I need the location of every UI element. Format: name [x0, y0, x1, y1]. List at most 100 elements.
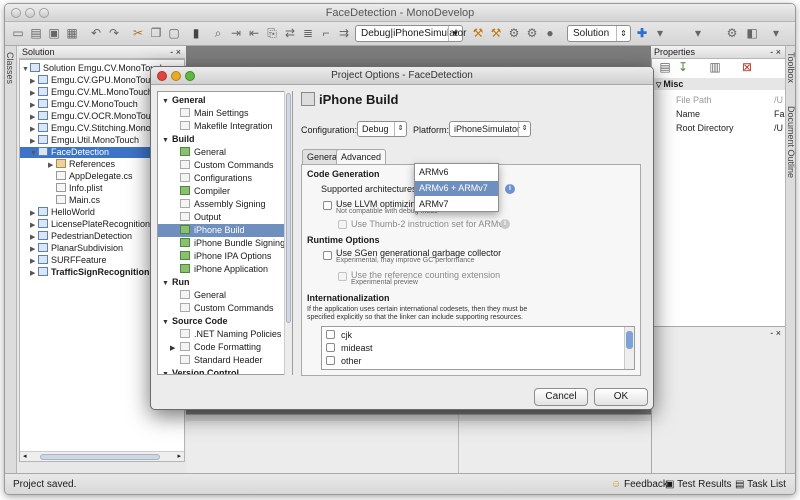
bookmark-icon[interactable]: ⎘ — [265, 26, 279, 40]
collapsed-triangle-icon[interactable]: ▶ — [30, 100, 38, 111]
options-nav-item[interactable]: Custom Commands — [158, 159, 292, 172]
properties-group-misc[interactable]: ▽ Misc — [652, 78, 785, 90]
layout-dropdown-icon[interactable]: ▾ — [691, 26, 705, 40]
options-nav-item[interactable]: Standard Header — [158, 354, 292, 367]
new-file-icon[interactable]: ▭ — [11, 26, 25, 40]
dropdown-arrow-icon[interactable]: ▾ — [653, 26, 667, 40]
architecture-option[interactable]: ARMv7 — [415, 197, 498, 212]
properties-close-icon[interactable]: - × — [770, 46, 781, 59]
comment-icon[interactable]: ⌐ — [319, 26, 333, 40]
options-category[interactable]: ▼ General — [158, 94, 292, 107]
dialog-zoom-button[interactable] — [185, 71, 195, 81]
codeset-checkbox[interactable] — [326, 343, 335, 352]
collapsed-triangle-icon[interactable]: ▶ — [30, 268, 38, 279]
options-nav-item[interactable]: ▶ Code Formatting — [158, 341, 292, 354]
feedback-button[interactable]: ☺ Feedback — [611, 474, 668, 494]
ok-button[interactable]: OK — [594, 388, 648, 406]
find-icon[interactable]: ⌕ — [211, 26, 225, 40]
toolbox-tab[interactable]: Toolbox — [786, 52, 795, 83]
options-nav-item[interactable]: Custom Commands — [158, 302, 292, 315]
search-scope-select[interactable]: Solution ⇕ — [567, 25, 631, 42]
collapsed-triangle-icon[interactable]: ▶ — [30, 244, 38, 255]
collapsed-triangle-icon[interactable]: ▶ — [30, 112, 38, 123]
find-next-icon[interactable]: ⇥ — [229, 26, 243, 40]
options-nav-item[interactable]: iPhone IPA Options — [158, 250, 292, 263]
horizontal-scrollbar[interactable]: ◂ ▸ — [20, 451, 184, 461]
collapsed-triangle-icon[interactable]: ▶ — [30, 124, 38, 135]
thumb2-checkbox[interactable] — [338, 220, 347, 229]
property-value[interactable]: /U — [774, 95, 783, 105]
options-nav-item[interactable]: iPhone Bundle Signing — [158, 237, 292, 250]
codeset-checkbox[interactable] — [326, 330, 335, 339]
property-value[interactable]: /U — [774, 123, 783, 133]
collapsed-triangle-icon[interactable]: ▶ — [30, 232, 38, 243]
options-category[interactable]: ▼ Build — [158, 133, 292, 146]
build-icon[interactable]: ⚒ — [471, 26, 485, 40]
copy-icon[interactable]: ❐ — [149, 26, 163, 40]
cancel-button[interactable]: Cancel — [534, 388, 588, 406]
collapsed-triangle-icon[interactable]: ▶ — [48, 160, 56, 171]
options-category[interactable]: ▼ Version Control — [158, 367, 292, 374]
debug-icon[interactable]: ⚙ — [525, 26, 539, 40]
indent-icon[interactable]: ⇉ — [337, 26, 351, 40]
scroll-left-icon[interactable]: ◂ — [23, 452, 27, 460]
horizontal-scroll-thumb[interactable] — [40, 454, 160, 460]
architecture-option[interactable]: ARMv6 + ARMv7 — [415, 181, 498, 196]
dialog-minimize-button[interactable] — [171, 71, 181, 81]
add-icon[interactable]: ✚ — [635, 26, 649, 40]
pad-close-icon[interactable]: - × — [770, 328, 781, 338]
task-list-button[interactable]: ▤ Task List — [735, 474, 786, 494]
classes-strip[interactable]: Classes — [5, 46, 17, 473]
options-nav-item[interactable]: Configurations — [158, 172, 292, 185]
close-window-button[interactable] — [11, 8, 21, 18]
sgen-checkbox[interactable] — [323, 251, 332, 260]
options-nav-item[interactable]: Compiler — [158, 185, 292, 198]
codesets-scroll-thumb[interactable] — [626, 331, 633, 349]
cut-icon[interactable]: ✂ — [131, 26, 145, 40]
overflow-chevron-icon[interactable]: ▾ — [769, 26, 783, 40]
events-icon[interactable]: ⊠ — [740, 60, 754, 74]
configuration-select[interactable]: Debug ⇕ — [357, 121, 407, 137]
rebuild-icon[interactable]: ⚒ — [489, 26, 503, 40]
options-nav-item[interactable]: Assembly Signing — [158, 198, 292, 211]
minimize-window-button[interactable] — [25, 8, 35, 18]
options-nav-item[interactable]: General — [158, 289, 292, 302]
build-configuration-select[interactable]: Debug|iPhoneSimulator ▼ — [355, 25, 466, 42]
save-all-icon[interactable]: ▦ — [65, 26, 79, 40]
delete-icon[interactable]: ▮ — [189, 26, 203, 40]
collapsed-triangle-icon[interactable]: ▶ — [30, 256, 38, 267]
replace-icon[interactable]: ⇄ — [283, 26, 297, 40]
use-llvm-checkbox[interactable] — [323, 201, 332, 210]
expanded-triangle-icon[interactable]: ▼ — [22, 64, 30, 75]
sort-alpha-icon[interactable]: ↧ — [676, 60, 690, 74]
collapsed-triangle-icon[interactable]: ▶ — [30, 136, 38, 147]
expanded-triangle-icon[interactable]: ▼ — [30, 148, 38, 159]
tab-advanced[interactable]: Advanced — [336, 149, 387, 165]
run-icon[interactable]: ⚙ — [507, 26, 521, 40]
architecture-option[interactable]: ARMv6 — [415, 165, 498, 180]
splitter[interactable] — [186, 415, 651, 421]
codeset-checkbox[interactable] — [326, 356, 335, 365]
zoom-window-button[interactable] — [39, 8, 49, 18]
options-nav-item[interactable]: Main Settings — [158, 107, 292, 120]
find-previous-icon[interactable]: ⇤ — [247, 26, 261, 40]
options-nav-item[interactable]: iPhone Build — [158, 224, 292, 237]
thumb2-info-icon[interactable]: i — [500, 219, 510, 229]
collapsed-triangle-icon[interactable]: ▶ — [30, 208, 38, 219]
document-outline-tab[interactable]: Document Outline — [786, 106, 795, 178]
collapsed-triangle-icon[interactable]: ▶ — [30, 220, 38, 231]
codeset-item[interactable]: cjk — [326, 330, 352, 340]
stop-icon[interactable]: ● — [543, 26, 557, 40]
property-value[interactable]: Fa — [774, 109, 785, 119]
options-nav-item[interactable]: iPhone Application — [158, 263, 292, 276]
open-file-icon[interactable]: ▤ — [29, 26, 43, 40]
info-icon[interactable]: i — [505, 184, 515, 194]
test-results-button[interactable]: ▣ Test Results — [665, 474, 732, 494]
options-nav-item[interactable]: .NET Naming Policies — [158, 328, 292, 341]
refcount-checkbox[interactable] — [338, 272, 347, 281]
settings-icon[interactable]: ⚙ — [725, 26, 739, 40]
codeset-item[interactable]: other — [326, 356, 362, 366]
options-nav-item[interactable]: Output — [158, 211, 292, 224]
collapsed-triangle-icon[interactable]: ▶ — [30, 76, 38, 87]
codeset-item[interactable]: mideast — [326, 343, 373, 353]
